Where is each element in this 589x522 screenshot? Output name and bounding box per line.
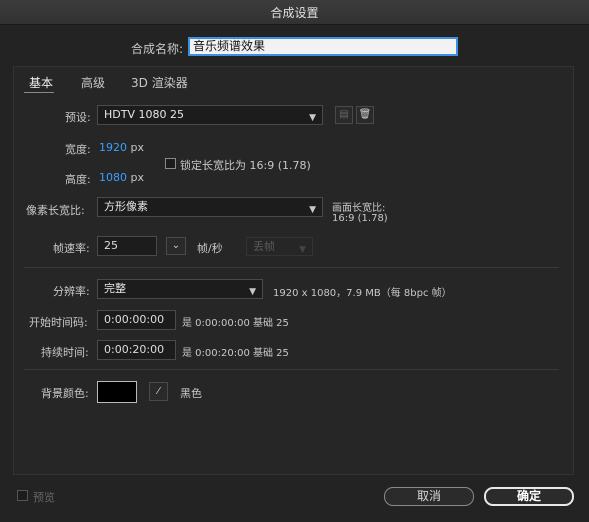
duration-input[interactable]: 0:00:20:00 xyxy=(97,340,176,360)
title-bar: 合成设置 xyxy=(0,0,589,25)
drop-frame-value: 丢帧 xyxy=(253,240,275,253)
frame-rate-unit: 帧/秒 xyxy=(197,242,223,255)
lock-aspect-label: 锁定长宽比为 16:9 (1.78) xyxy=(180,159,311,172)
cancel-button[interactable]: 取消 xyxy=(384,487,474,506)
lock-aspect-checkbox[interactable] xyxy=(165,158,176,169)
trash-icon[interactable]: 🗑 xyxy=(356,106,374,124)
pixel-aspect-value: 方形像素 xyxy=(104,200,148,213)
frame-rate-label: 帧速率: xyxy=(53,242,90,255)
background-color-label: 背景颜色: xyxy=(41,387,89,400)
settings-panel xyxy=(13,66,574,475)
tab-basic[interactable]: 基本 xyxy=(29,74,53,91)
height-label: 高度: xyxy=(65,173,91,186)
duration-label: 持续时间: xyxy=(41,346,89,359)
duration-info: 是 0:00:20:00 基础 25 xyxy=(182,348,289,359)
width-value[interactable]: 1920 xyxy=(99,141,127,154)
resolution-info: 1920 x 1080，7.9 MB（每 8bpc 帧） xyxy=(273,288,452,299)
chevron-down-icon: ▼ xyxy=(299,245,306,255)
start-timecode-input[interactable]: 0:00:00:00 xyxy=(97,310,176,330)
save-preset-icon[interactable]: ▤ xyxy=(335,106,353,124)
eyedropper-icon[interactable]: ⁄ xyxy=(149,382,168,401)
preset-select[interactable]: HDTV 1080 25 ▼ xyxy=(97,105,323,125)
background-color-swatch[interactable] xyxy=(97,381,137,403)
pixel-aspect-label: 像素长宽比: xyxy=(26,204,85,217)
window-title: 合成设置 xyxy=(270,6,319,20)
chevron-down-icon: ▼ xyxy=(309,113,316,123)
comp-name-input[interactable]: 音乐频谱效果 xyxy=(188,37,458,56)
width-unit: px xyxy=(130,141,145,154)
resolution-value: 完整 xyxy=(104,282,126,295)
resolution-select[interactable]: 完整 ▼ xyxy=(97,279,263,299)
height-field[interactable]: 1080 px xyxy=(99,171,144,184)
preset-value: HDTV 1080 25 xyxy=(104,108,184,121)
tab-advanced[interactable]: 高级 xyxy=(81,74,105,91)
frame-rate-dropdown[interactable]: ⌄ xyxy=(166,237,186,255)
chevron-down-icon: ▼ xyxy=(249,287,256,297)
preview-label: 预览 xyxy=(33,491,55,504)
height-value[interactable]: 1080 xyxy=(99,171,127,184)
tab-3d-renderer[interactable]: 3D 渲染器 xyxy=(131,74,188,91)
active-tab-indicator xyxy=(24,92,54,93)
background-color-name: 黑色 xyxy=(180,387,202,400)
pixel-aspect-select[interactable]: 方形像素 ▼ xyxy=(97,197,323,217)
chevron-down-icon: ▼ xyxy=(309,205,316,215)
resolution-label: 分辨率: xyxy=(53,285,90,298)
chevron-down-icon: ⌄ xyxy=(171,240,181,251)
divider xyxy=(24,369,559,370)
start-timecode-info: 是 0:00:00:00 基础 25 xyxy=(182,318,289,329)
ok-button[interactable]: 确定 xyxy=(484,487,574,506)
frame-aspect-value: 16:9 (1.78) xyxy=(332,213,388,224)
width-label: 宽度: xyxy=(65,143,91,156)
divider xyxy=(24,267,559,268)
frame-aspect-label: 画面长宽比: xyxy=(332,203,386,214)
height-unit: px xyxy=(130,171,145,184)
comp-name-label: 合成名称: xyxy=(131,42,184,56)
width-field[interactable]: 1920 px xyxy=(99,141,144,154)
frame-rate-input[interactable]: 25 xyxy=(97,236,157,256)
drop-frame-select: 丢帧 ▼ xyxy=(246,237,313,256)
start-timecode-label: 开始时间码: xyxy=(29,316,88,329)
preview-checkbox[interactable] xyxy=(17,490,28,501)
preset-label: 预设: xyxy=(65,111,91,124)
